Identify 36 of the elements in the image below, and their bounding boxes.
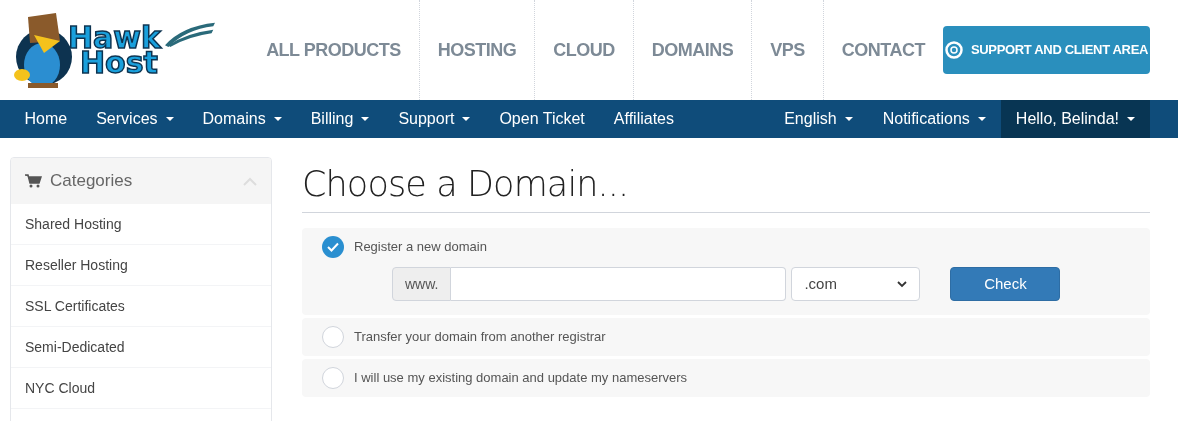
nav-link[interactable]: Support [383, 100, 485, 138]
panel-title: Categories [50, 170, 133, 193]
category-item[interactable]: SSL Certificates [11, 286, 271, 327]
nav-link[interactable]: Hello, Belinda! [1000, 100, 1150, 138]
prefix-label: www. [392, 267, 452, 301]
category-item[interactable]: Shared Hosting [11, 204, 271, 245]
lifebuoy-icon [944, 41, 963, 59]
option-label: Transfer your domain from another registrar [354, 328, 606, 347]
cart-icon [25, 174, 42, 188]
radio-button[interactable] [322, 236, 344, 258]
nav-link[interactable]: Domains [188, 100, 297, 138]
tld-select[interactable]: .com [791, 267, 921, 301]
chevron-down-icon [897, 280, 908, 288]
support-button[interactable]: SUPPORT AND CLIENT AREA [943, 26, 1150, 74]
page-title: Choose a Domain... [302, 157, 1150, 213]
check-icon [327, 242, 339, 252]
category-item[interactable]: Semi-Dedicated [11, 327, 271, 368]
panel-header[interactable]: Categories [11, 158, 271, 204]
chevron-up-icon[interactable] [243, 176, 257, 186]
check-button[interactable]: Check [950, 267, 1061, 301]
nav-link[interactable]: Home [10, 100, 82, 138]
nav-link[interactable]: Notifications [867, 100, 1001, 138]
nav-link[interactable]: Open Ticket [484, 100, 600, 138]
wing-icon [165, 21, 216, 47]
nav-link[interactable]: English [769, 100, 868, 138]
top-menu-link[interactable]: CONTACT [823, 0, 943, 100]
nav-link[interactable]: Affiliates [599, 100, 689, 138]
category-item[interactable]: NYC Cloud [11, 368, 271, 409]
nav-link[interactable]: Billing [296, 100, 384, 138]
option-label: Register a new domain [354, 238, 487, 257]
category-item[interactable]: Reseller Hosting [11, 245, 271, 286]
domain-input-field[interactable] [451, 267, 787, 301]
nav-link[interactable]: Services [81, 100, 189, 138]
radio-button[interactable] [322, 367, 344, 389]
option-label: I will use my existing domain and update my nameservers [354, 369, 688, 388]
radio-button[interactable] [322, 326, 344, 348]
